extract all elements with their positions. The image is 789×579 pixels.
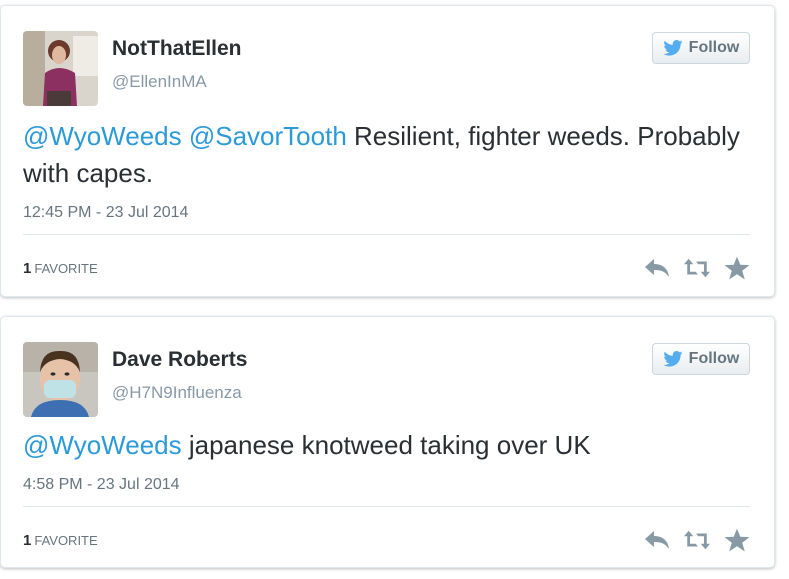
follow-button[interactable]: Follow xyxy=(652,343,750,375)
display-name[interactable]: Dave Roberts xyxy=(112,348,247,372)
tweet-actions xyxy=(644,255,750,281)
favorite-number: 1 xyxy=(23,532,32,549)
favorite-label: FAVORITE xyxy=(34,533,98,548)
mention-link[interactable]: @SavorTooth xyxy=(189,121,347,151)
follow-label: Follow xyxy=(688,350,740,367)
tweet-body: japanese knotweed taking over UK xyxy=(181,430,591,460)
favorite-label: FAVORITE xyxy=(34,261,98,276)
tweet-actions xyxy=(644,527,750,553)
timestamp[interactable]: 12:45 PM - 23 Jul 2014 xyxy=(23,204,188,222)
reply-icon[interactable] xyxy=(644,255,670,281)
avatar[interactable] xyxy=(23,342,98,417)
divider xyxy=(23,506,750,507)
retweet-icon[interactable] xyxy=(684,527,710,553)
favorite-star-icon[interactable] xyxy=(724,255,750,281)
retweet-icon[interactable] xyxy=(684,255,710,281)
favorite-count[interactable]: 1 FAVORITE xyxy=(23,532,98,549)
mention-link[interactable]: @WyoWeeds xyxy=(23,121,182,151)
twitter-bird-icon xyxy=(663,351,683,367)
twitter-bird-icon xyxy=(663,40,683,56)
divider xyxy=(23,234,750,235)
username[interactable]: @H7N9Influenza xyxy=(112,383,242,403)
display-name[interactable]: NotThatEllen xyxy=(112,37,242,61)
tweet-text: @WyoWeeds @SavorTooth Resilient, fighter… xyxy=(23,118,743,192)
favorite-number: 1 xyxy=(23,260,32,277)
favorite-star-icon[interactable] xyxy=(724,527,750,553)
follow-label: Follow xyxy=(688,39,740,56)
tweet-card: Dave Roberts @H7N9Influenza Follow @WyoW… xyxy=(0,316,775,568)
follow-button[interactable]: Follow xyxy=(652,32,750,64)
timestamp[interactable]: 4:58 PM - 23 Jul 2014 xyxy=(23,476,180,494)
reply-icon[interactable] xyxy=(644,527,670,553)
tweet-card: NotThatEllen @EllenInMA Follow @WyoWeeds… xyxy=(0,5,775,297)
mention-link[interactable]: @WyoWeeds xyxy=(23,430,182,460)
username[interactable]: @EllenInMA xyxy=(112,72,207,92)
avatar[interactable] xyxy=(23,31,98,106)
tweet-text: @WyoWeeds japanese knotweed taking over … xyxy=(23,427,743,464)
favorite-count[interactable]: 1 FAVORITE xyxy=(23,260,98,277)
